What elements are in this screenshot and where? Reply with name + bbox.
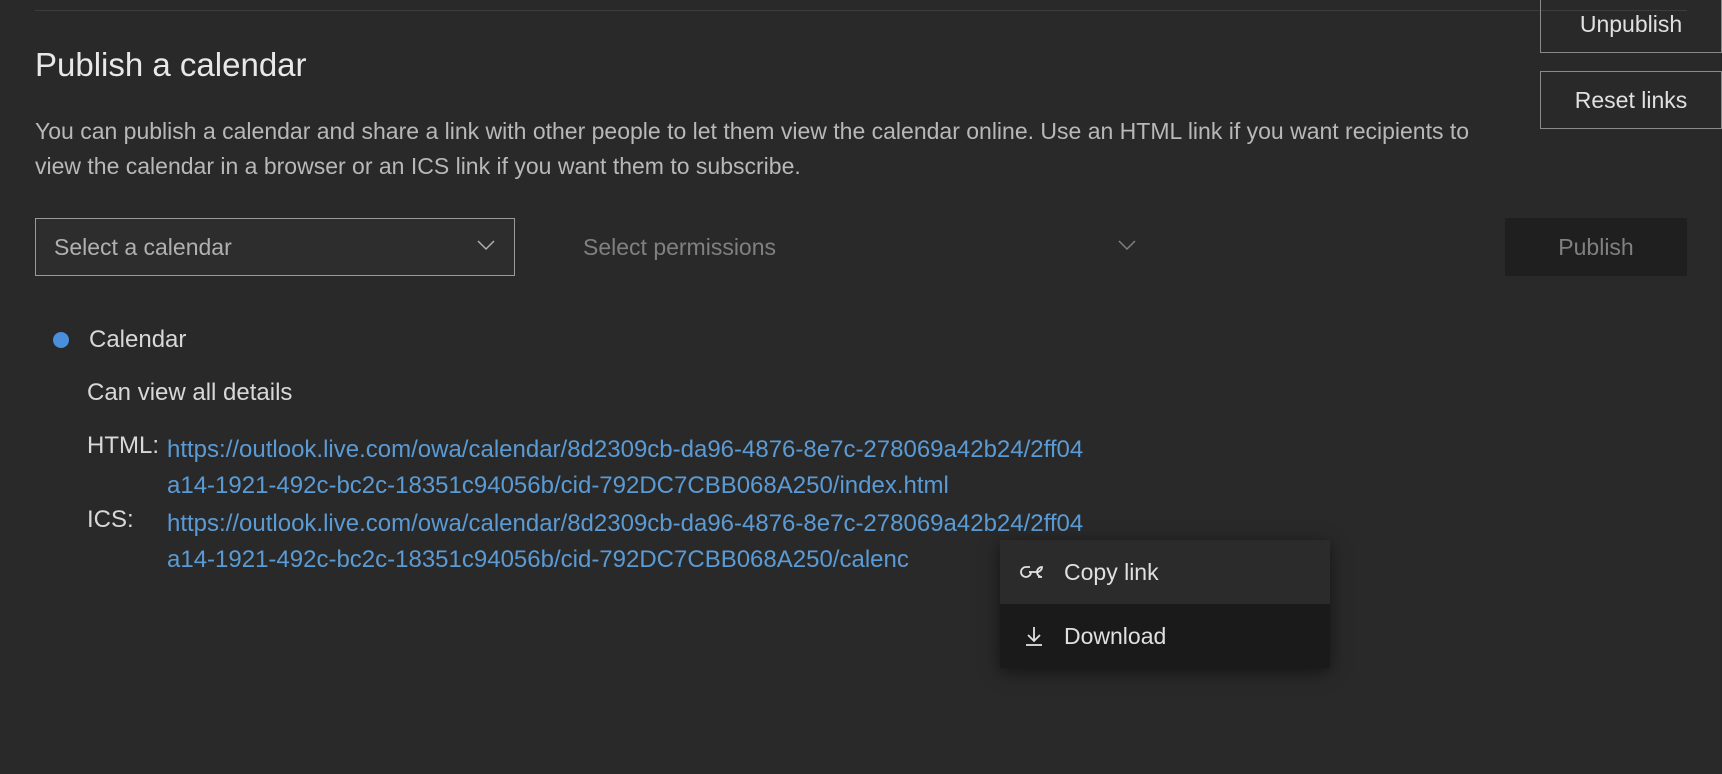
context-menu: Copy link Download xyxy=(1000,540,1330,668)
ics-link-url[interactable]: https://outlook.live.com/owa/calendar/8d… xyxy=(167,506,1087,578)
calendar-name: Calendar xyxy=(89,326,186,354)
chevron-down-icon xyxy=(476,238,496,256)
published-calendar-item: Calendar Can view all details HTML: http… xyxy=(35,326,1687,580)
calendar-select-placeholder: Select a calendar xyxy=(54,234,232,261)
download-menu-item[interactable]: Download xyxy=(1000,604,1330,668)
ics-link-row: ICS: https://outlook.live.com/owa/calend… xyxy=(87,506,1087,578)
copy-link-menu-item[interactable]: Copy link xyxy=(1000,540,1330,604)
calendar-details: Can view all details HTML: https://outlo… xyxy=(53,379,1087,580)
calendar-header: Calendar xyxy=(53,326,1687,354)
publish-button[interactable]: Publish xyxy=(1505,218,1687,276)
calendar-color-dot xyxy=(53,332,69,348)
permissions-select[interactable]: Select permissions xyxy=(565,218,1155,276)
html-link-row: HTML: https://outlook.live.com/owa/calen… xyxy=(87,432,1087,504)
copy-link-label: Copy link xyxy=(1064,559,1159,586)
download-label: Download xyxy=(1064,623,1166,650)
permissions-select-placeholder: Select permissions xyxy=(583,234,776,261)
html-link-url[interactable]: https://outlook.live.com/owa/calendar/8d… xyxy=(167,432,1087,504)
reset-links-button[interactable]: Reset links xyxy=(1540,71,1722,129)
unpublish-button[interactable]: Unpublish xyxy=(1540,0,1722,53)
chevron-down-icon xyxy=(1117,238,1137,256)
controls-row: Select a calendar Select permissions Pub… xyxy=(35,218,1687,276)
section-description: You can publish a calendar and share a l… xyxy=(35,114,1515,183)
action-buttons: Unpublish Reset links xyxy=(1540,0,1722,129)
permission-level: Can view all details xyxy=(87,379,1087,407)
section-title: Publish a calendar xyxy=(35,46,1687,84)
link-icon xyxy=(1020,558,1048,586)
ics-link-label: ICS: xyxy=(87,506,167,578)
download-icon xyxy=(1020,622,1048,650)
calendar-select[interactable]: Select a calendar xyxy=(35,218,515,276)
html-link-label: HTML: xyxy=(87,432,167,504)
